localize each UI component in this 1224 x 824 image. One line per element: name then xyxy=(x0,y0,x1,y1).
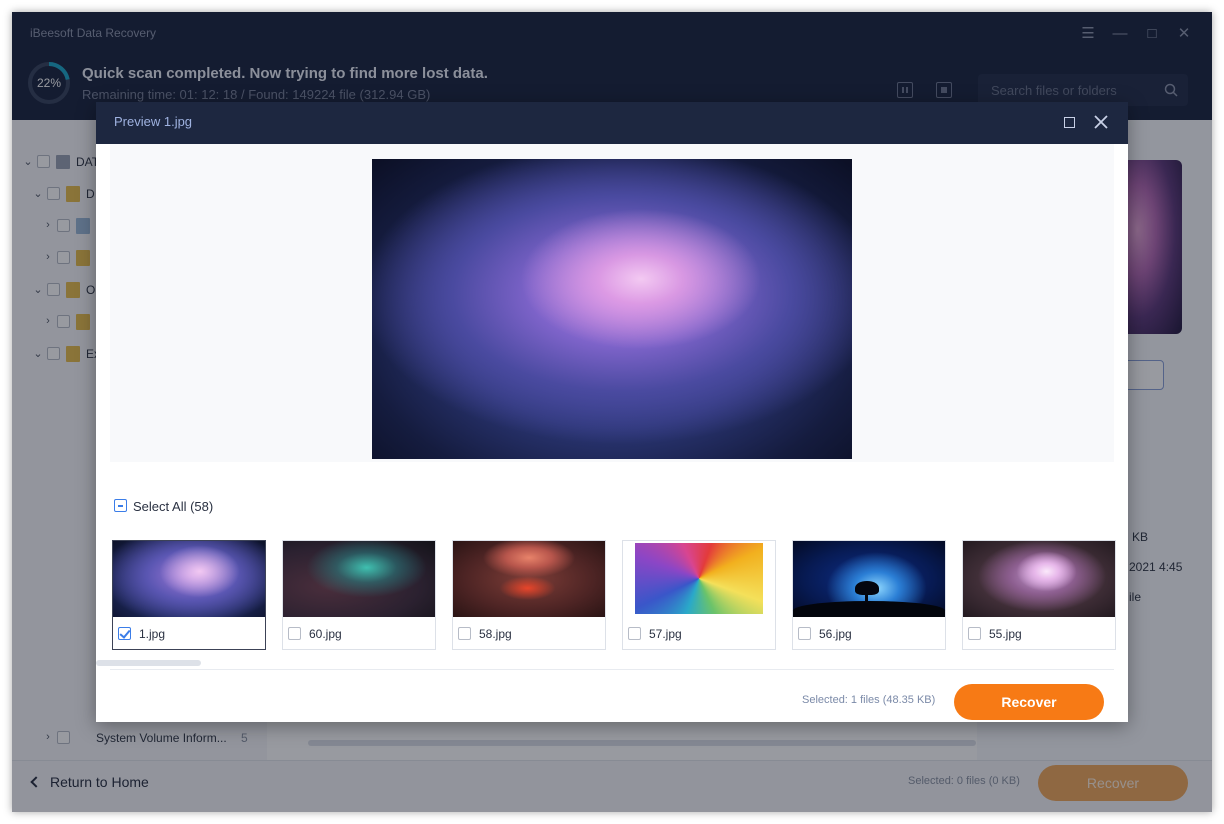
modal-recover-button[interactable]: Recover xyxy=(954,684,1104,720)
thumbnail-label: 55.jpg xyxy=(989,627,1022,641)
thumbnail-label: 58.jpg xyxy=(479,627,512,641)
thumbnail-image xyxy=(283,541,435,617)
thumbnail-checkbox[interactable] xyxy=(968,627,981,640)
thumbnail-card[interactable]: 60.jpg xyxy=(282,540,436,650)
select-all-label: Select All (58) xyxy=(133,499,214,514)
modal-title: Preview 1.jpg xyxy=(114,114,193,129)
thumbnail-checkbox[interactable] xyxy=(118,627,131,640)
app-window: iBeesoft Data Recovery ☰ — □ ✕ 22% Quick… xyxy=(12,12,1212,812)
thumbnail-label: 1.jpg xyxy=(139,627,166,641)
thumbnail-label: 57.jpg xyxy=(649,627,682,641)
thumbnail-card[interactable]: 57.jpg xyxy=(622,540,776,650)
thumbnail-checkbox[interactable] xyxy=(288,627,301,640)
thumbnail-label: 60.jpg xyxy=(309,627,342,641)
thumbnail-image xyxy=(453,541,605,617)
thumbnail-image-inner xyxy=(635,543,763,614)
thumbnail-card[interactable]: 1.jpg xyxy=(112,540,266,650)
preview-modal: Preview 1.jpg Select All (58) 1.jpg 60.j… xyxy=(96,102,1128,722)
thumbnail-image xyxy=(623,541,775,617)
thumbnail-label: 56.jpg xyxy=(819,627,852,641)
thumbnail-checkbox[interactable] xyxy=(628,627,641,640)
maximize-icon[interactable] xyxy=(1064,117,1075,128)
thumbnail-strip: 1.jpg 60.jpg 58.jpg 57.jpg 56.jpg 55.jpg xyxy=(112,540,1122,652)
thumbnail-checkbox[interactable] xyxy=(458,627,471,640)
thumbnail-card[interactable]: 55.jpg xyxy=(962,540,1116,650)
thumbnail-image xyxy=(793,541,945,617)
modal-divider xyxy=(110,669,1114,670)
preview-image xyxy=(372,159,852,459)
close-icon[interactable] xyxy=(1092,113,1110,131)
thumbnail-card[interactable]: 58.jpg xyxy=(452,540,606,650)
thumbnail-tree xyxy=(855,581,879,595)
thumbnail-ground xyxy=(793,601,945,617)
modal-selected-count: Selected: 1 files (48.35 KB) xyxy=(802,694,936,706)
modal-header: Preview 1.jpg xyxy=(96,102,1128,144)
thumbnail-image xyxy=(963,541,1115,617)
select-all-box[interactable] xyxy=(114,499,127,512)
thumbnail-scrollbar[interactable] xyxy=(96,660,201,666)
thumbnail-card[interactable]: 56.jpg xyxy=(792,540,946,650)
preview-area xyxy=(110,144,1114,462)
thumbnail-checkbox[interactable] xyxy=(798,627,811,640)
thumbnail-image xyxy=(113,541,265,617)
